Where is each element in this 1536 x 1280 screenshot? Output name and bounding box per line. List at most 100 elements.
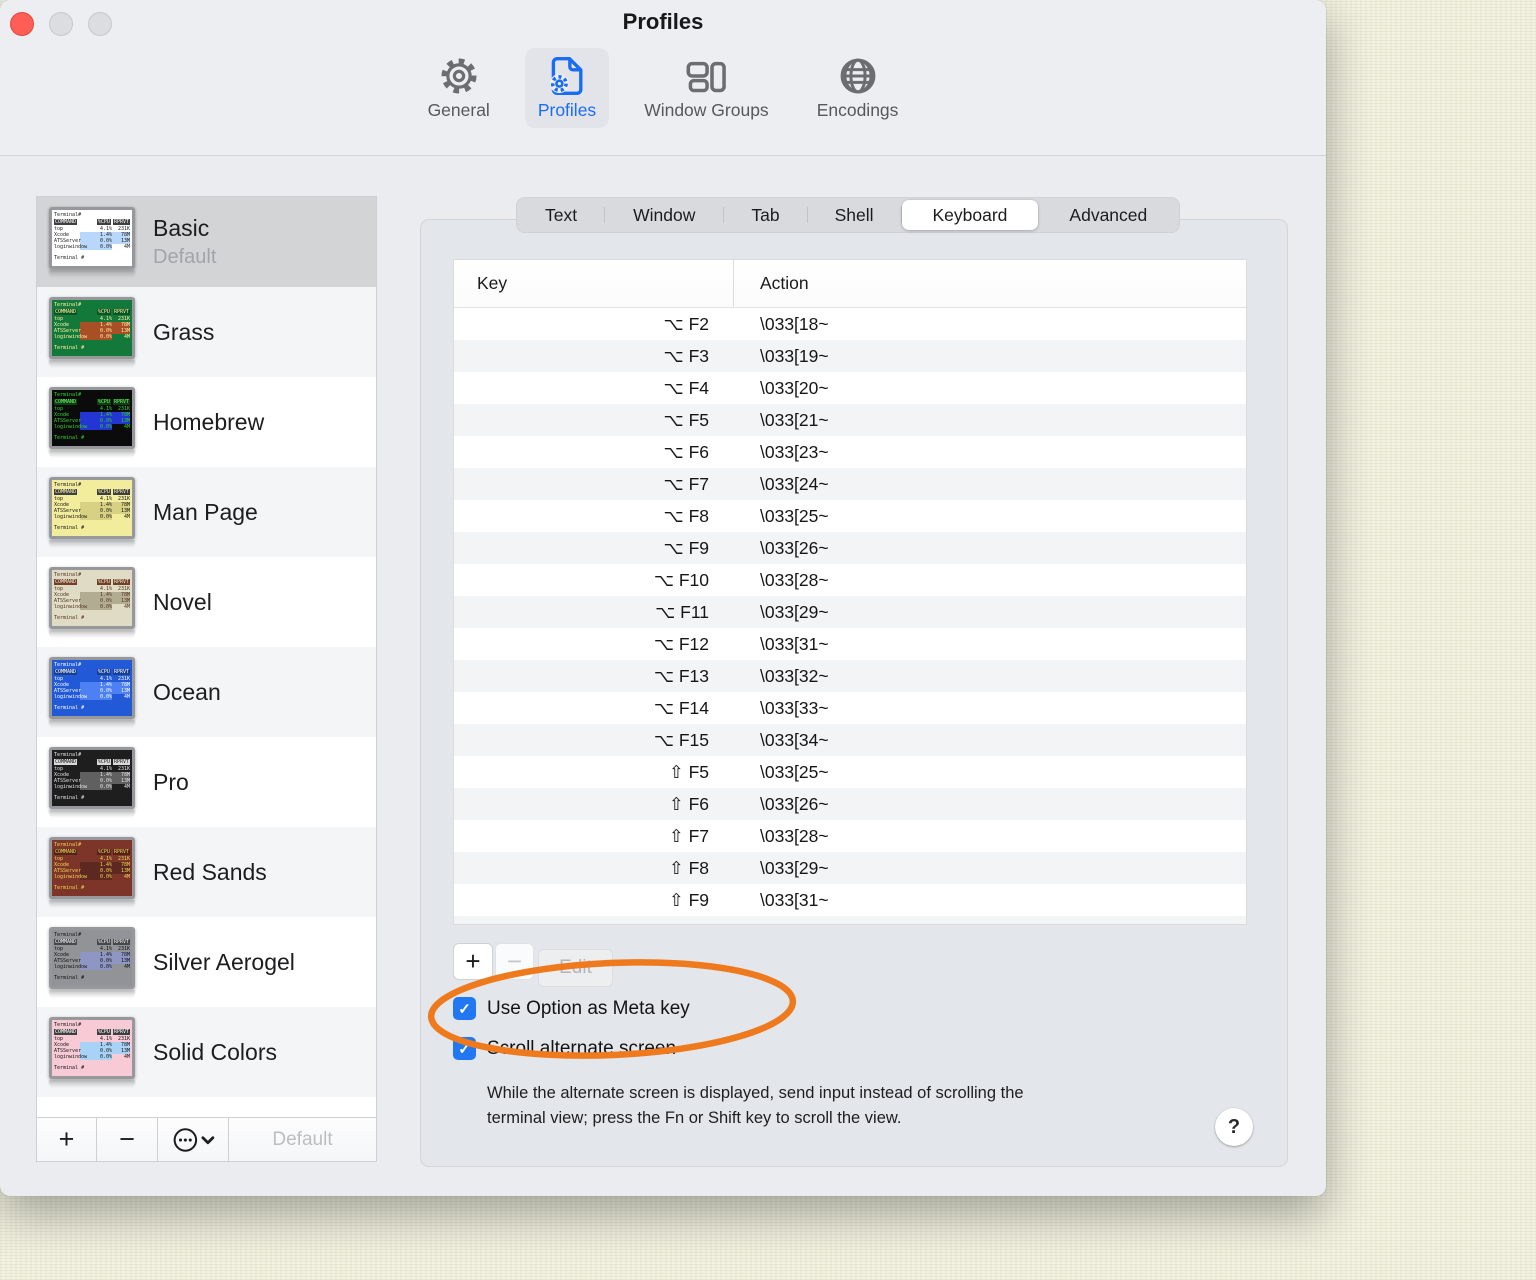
keyboard-shortcut-row[interactable]: ⌥ F11 \033[29~ [454, 596, 1246, 628]
edit-shortcut-button[interactable]: Edit [538, 949, 613, 987]
more-options-button[interactable] [158, 1118, 229, 1161]
profile-thumbnail: Terminal# COMMAND %CPU RPRVT top 4.1% 231K Xcod… [49, 566, 135, 629]
shortcut-key-cell: ⌥ F15 [653, 729, 709, 750]
shortcut-key-cell: ⌥ F13 [653, 665, 709, 686]
help-button[interactable]: ? [1215, 1108, 1253, 1146]
keyboard-shortcut-row[interactable]: ⌥ F9 \033[26~ [454, 532, 1246, 564]
add-shortcut-button[interactable]: + [453, 943, 493, 980]
tab-window[interactable]: Window [605, 200, 723, 230]
keyboard-shortcut-row[interactable]: ⌥ F2 \033[18~ [454, 308, 1246, 340]
profile-thumbnail-column: Terminal# COMMAND %CPU RPRVT top 4.1% 231K Xcod… [49, 566, 153, 638]
shortcut-key-cell: ⇧ F9 [669, 889, 709, 910]
shortcut-action-cell: \033[21~ [760, 409, 829, 430]
option-label: Scroll alternate screen [487, 1037, 677, 1059]
keyboard-shortcut-row[interactable]: ⌥ F12 \033[31~ [454, 628, 1246, 660]
thumbnail-reflection [49, 539, 135, 548]
option-scroll-alternate-screen[interactable]: ✓ Scroll alternate screen [453, 1037, 690, 1060]
toolbar-item-label: Profiles [537, 100, 597, 120]
profile-name: Basic [153, 215, 210, 241]
toolbar-item-profiles[interactable]: Profiles [524, 48, 610, 128]
toolbar-item-window-groups[interactable]: Window Groups [631, 48, 782, 128]
toolbar-item-encodings[interactable]: Encodings [804, 48, 912, 128]
keyboard-shortcut-row[interactable]: ⌥ F8 \033[25~ [454, 500, 1246, 532]
thumbnail-reflection [49, 719, 135, 728]
thumbnail-header-line: COMMAND %CPU RPRVT [54, 488, 130, 495]
shortcut-action-cell: \033[26~ [760, 793, 829, 814]
keyboard-shortcut-row[interactable]: ⇧ F6 \033[26~ [454, 788, 1246, 820]
shortcut-action-cell: \033[25~ [760, 761, 829, 782]
keyboard-shortcut-row[interactable]: ⌥ F7 \033[24~ [454, 468, 1246, 500]
thumbnail-column-chip: %CPU [96, 488, 111, 495]
tab-advanced[interactable]: Advanced [1038, 200, 1178, 230]
profile-row-silver-aerogel[interactable]: Terminal# COMMAND %CPU RPRVT top 4.1% 231K Xcod… [37, 917, 376, 1007]
checkbox-use-option-as-meta-key[interactable]: ✓ [453, 997, 476, 1020]
toolbar-item-label: Window Groups [644, 100, 769, 120]
tab-text[interactable]: Text [518, 200, 604, 230]
profile-thumbnail-column: Terminal# COMMAND %CPU RPRVT top 4.1% 231K Xcod… [49, 926, 153, 998]
profile-list: Terminal# COMMAND %CPU RPRVT top 4.1% 231K Xcod… [37, 197, 376, 1117]
tab-keyboard[interactable]: Keyboard [901, 200, 1039, 230]
thumbnail-process-row: loginwindow 0.0% 4M [54, 963, 130, 970]
keyboard-shortcut-row[interactable]: ⇧ F9 \033[31~ [454, 884, 1246, 916]
footnote-line-2: terminal view; press the Fn or Shift key… [487, 1109, 902, 1127]
profile-row-basic[interactable]: Terminal# COMMAND %CPU RPRVT top 4.1% 231K Xcod… [37, 197, 376, 287]
profile-row-novel[interactable]: Terminal# COMMAND %CPU RPRVT top 4.1% 231K Xcod… [37, 557, 376, 647]
column-header-action[interactable]: Action [733, 260, 1246, 307]
keyboard-shortcut-row[interactable]: ⌥ F14 \033[33~ [454, 692, 1246, 724]
keyboard-options: ✓ Use Option as Meta key ✓ Scroll alternate… [453, 997, 690, 1060]
shortcut-action-cell: \033[33~ [760, 697, 829, 718]
thumbnail-prompt-line: Terminal # [54, 794, 85, 801]
profile-row-man-page[interactable]: Terminal# COMMAND %CPU RPRVT top 4.1% 231K Xcod… [37, 467, 376, 557]
titlebar: Profiles General Profiles Window Groups … [0, 0, 1326, 156]
thumbnail-header-line: COMMAND %CPU RPRVT [54, 398, 130, 405]
shortcut-key-cell: ⇧ F5 [669, 761, 709, 782]
keyboard-shortcut-row[interactable]: ⌥ F4 \033[20~ [454, 372, 1246, 404]
keyboard-shortcut-row[interactable]: ⌥ F15 \033[34~ [454, 724, 1246, 756]
shortcut-action-cell: \033[19~ [760, 345, 829, 366]
checkbox-scroll-alternate-screen[interactable]: ✓ [453, 1037, 476, 1060]
profile-row-grass[interactable]: Terminal# COMMAND %CPU RPRVT top 4.1% 231K Xcod… [37, 287, 376, 377]
globe-icon [840, 58, 875, 94]
thumbnail-column-chip: RPRVT [112, 1028, 130, 1035]
profile-row-red-sands[interactable]: Terminal# COMMAND %CPU RPRVT top 4.1% 231K Xcod… [37, 827, 376, 917]
keyboard-shortcut-row[interactable]: ⇧ F8 \033[29~ [454, 852, 1246, 884]
profile-thumbnail: Terminal# COMMAND %CPU RPRVT top 4.1% 231K Xcod… [49, 476, 135, 539]
keyboard-shortcut-row[interactable]: ⌥ F5 \033[21~ [454, 404, 1246, 436]
profile-name: Red Sands [153, 858, 267, 885]
profile-row-solid-colors[interactable]: Terminal# COMMAND %CPU RPRVT top 4.1% 231K Xcod… [37, 1007, 376, 1097]
thumbnail-header-line: COMMAND %CPU RPRVT [54, 938, 130, 945]
thumbnail-column-chip: RPRVT [112, 218, 130, 225]
shortcut-action-cell: \033[20~ [760, 377, 829, 398]
profile-text: Homebrew [153, 409, 264, 436]
profile-row-pro[interactable]: Terminal# COMMAND %CPU RPRVT top 4.1% 231K Xcod… [37, 737, 376, 827]
tab-shell[interactable]: Shell [808, 200, 901, 230]
keyboard-shortcut-row[interactable]: ⇧ F7 \033[28~ [454, 820, 1246, 852]
keyboard-shortcut-row[interactable]: ⌥ F3 \033[19~ [454, 340, 1246, 372]
thumbnail-column-chip: COMMAND [54, 308, 78, 315]
keyboard-shortcut-row[interactable]: ⌥ F13 \033[32~ [454, 660, 1246, 692]
toolbar-item-general[interactable]: General [415, 48, 503, 128]
option-use-option-as-meta-key[interactable]: ✓ Use Option as Meta key [453, 997, 690, 1020]
column-header-key[interactable]: Key [454, 260, 733, 307]
keyboard-shortcut-row[interactable]: ⌥ F10 \033[28~ [454, 564, 1246, 596]
remove-profile-button[interactable]: − [97, 1118, 158, 1161]
shortcut-key-cell: ⌥ F5 [663, 409, 709, 430]
thumbnail-reflection [49, 1079, 135, 1088]
thumbnail-prompt-line: Terminal # [54, 704, 85, 711]
thumbnail-column-chip: %CPU [96, 308, 111, 315]
thumbnail-column-chip: COMMAND [54, 218, 78, 225]
thumbnail-column-chip: COMMAND [54, 758, 78, 765]
thumbnail-process-row: loginwindow 0.0% 4M [54, 603, 130, 610]
remove-shortcut-button[interactable]: − [495, 943, 534, 980]
profile-row-ocean[interactable]: Terminal# COMMAND %CPU RPRVT top 4.1% 231K Xcod… [37, 647, 376, 737]
thumbnail-title-line: Terminal# [54, 751, 82, 758]
thumbnail-reflection [49, 359, 135, 368]
default-button[interactable]: Default [229, 1118, 376, 1161]
profiles-sidebar: Terminal# COMMAND %CPU RPRVT top 4.1% 231K Xcod… [36, 196, 377, 1162]
keyboard-shortcut-row[interactable]: ⇧ F5 \033[25~ [454, 756, 1246, 788]
profile-thumbnail-column: Terminal# COMMAND %CPU RPRVT top 4.1% 231K Xcod… [49, 656, 153, 728]
keyboard-shortcut-row[interactable]: ⌥ F6 \033[23~ [454, 436, 1246, 468]
add-profile-button[interactable]: + [37, 1118, 97, 1161]
profile-row-homebrew[interactable]: Terminal# COMMAND %CPU RPRVT top 4.1% 231K Xcod… [37, 377, 376, 467]
tab-tab[interactable]: Tab [724, 200, 806, 230]
